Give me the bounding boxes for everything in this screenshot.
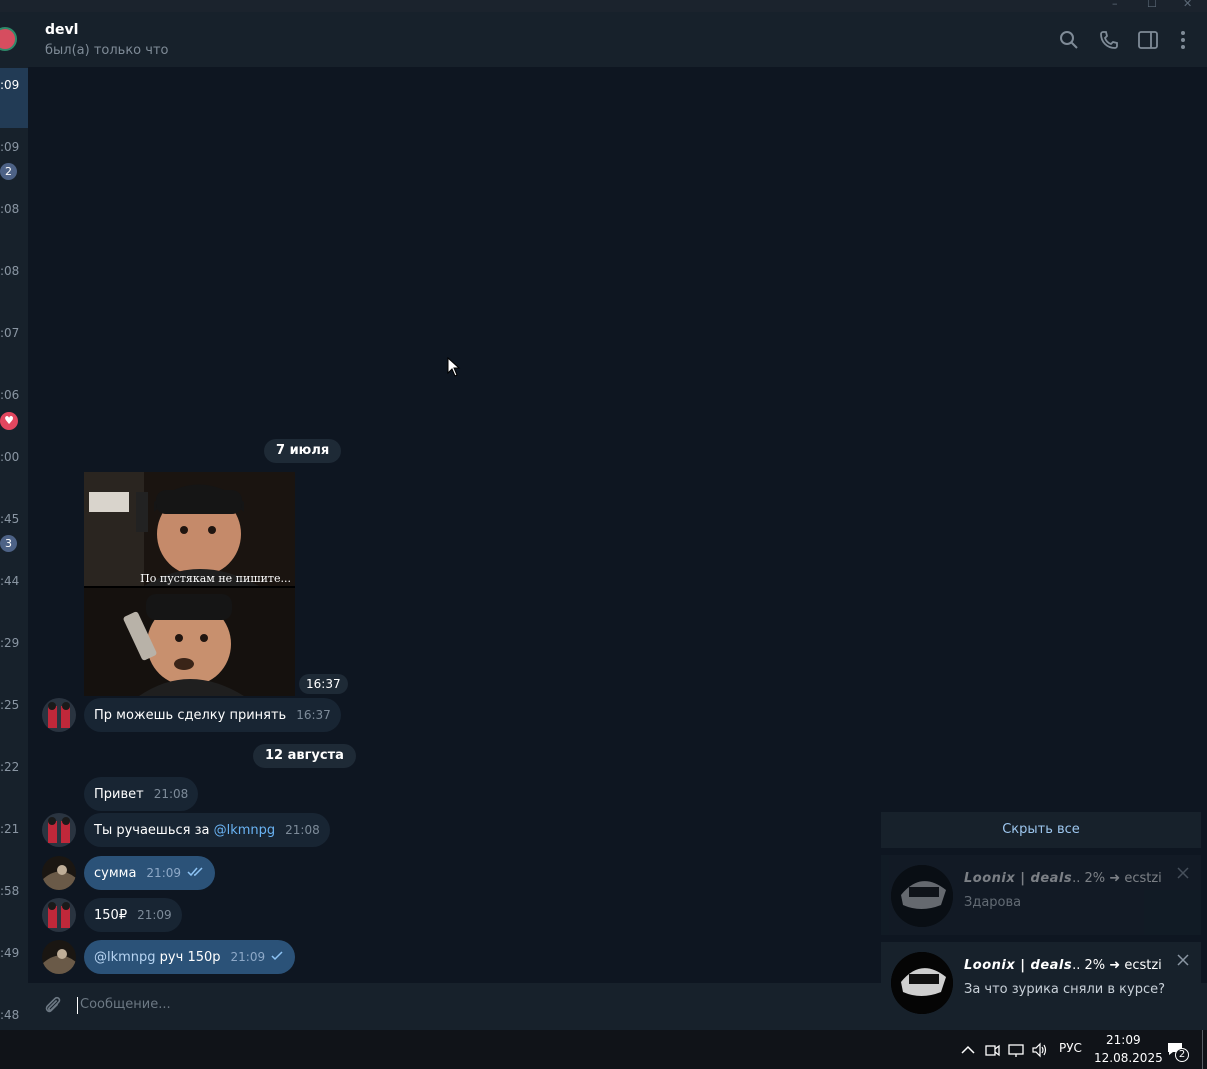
phone-icon[interactable]: [1097, 28, 1121, 52]
show-desktop-button[interactable]: [1202, 1030, 1203, 1069]
sender-avatar[interactable]: [42, 898, 76, 932]
search-icon[interactable]: [1057, 28, 1081, 52]
more-icon[interactable]: [1171, 28, 1195, 52]
sender-avatar[interactable]: [42, 813, 76, 847]
chat-list-time[interactable]: :45: [0, 512, 22, 526]
chevron-up-icon[interactable]: [959, 1041, 977, 1059]
notification-text: Здарова: [964, 895, 1022, 910]
chat-list-time[interactable]: :29: [0, 636, 22, 650]
heart-icon: ♥: [0, 412, 18, 430]
date-separator: 12 августа: [253, 744, 356, 768]
chat-list-time[interactable]: :22: [0, 760, 22, 774]
message-text: Привет: [94, 787, 144, 802]
chat-list-time[interactable]: :08: [0, 202, 22, 216]
meet-now-icon[interactable]: [983, 1041, 1001, 1059]
notification-avatar: [891, 865, 953, 927]
image-caption: По пустякам не пишите...: [140, 572, 291, 585]
maximize-button[interactable]: ☐: [1147, 0, 1157, 10]
message-text: руч 150р: [155, 950, 221, 965]
notification-avatar: [891, 952, 953, 1014]
notification-count-badge: 2: [1175, 1048, 1189, 1062]
user-mention[interactable]: @lkmnpg: [94, 950, 156, 965]
image-message[interactable]: По пустякам не пишите... 16:37: [84, 472, 348, 696]
chat-list-time[interactable]: :00: [0, 450, 22, 464]
double-check-icon: [187, 867, 203, 877]
windows-taskbar: РУС 21:09 12.08.2025 2: [0, 1030, 1207, 1069]
chat-list-time[interactable]: :58: [0, 884, 22, 898]
network-icon[interactable]: [1007, 1041, 1025, 1059]
close-button[interactable]: ✕: [1183, 0, 1192, 10]
incoming-message[interactable]: Пр можешь сделку принять 16:37: [84, 698, 341, 732]
message-time: 16:37: [299, 674, 348, 694]
message-text: 150₽: [94, 908, 128, 923]
notification-card[interactable]: Loonix | deals.. 2% ➜ ecstzi За что зури…: [881, 942, 1201, 1022]
incoming-message[interactable]: Привет 21:08: [84, 777, 199, 811]
message-text: Пр можешь сделку принять: [94, 708, 287, 723]
language-indicator[interactable]: РУС: [1059, 1041, 1082, 1055]
message-time: 21:08: [285, 823, 320, 837]
message-time: 21:08: [153, 787, 189, 801]
notification-text: За что зурика сняли в курсе?: [964, 982, 1166, 997]
volume-icon[interactable]: [1031, 1041, 1049, 1059]
incoming-message[interactable]: Ты ручаешься за @lkmnpg 21:08: [84, 813, 330, 847]
own-avatar[interactable]: [42, 940, 76, 974]
chat-list-time[interactable]: :44: [0, 574, 22, 588]
chat-list-time[interactable]: :06: [0, 388, 22, 402]
own-avatar[interactable]: [42, 856, 76, 890]
user-mention[interactable]: @lkmnpg: [214, 823, 276, 838]
attach-icon[interactable]: [42, 995, 64, 1017]
chat-list-time[interactable]: :49: [0, 946, 22, 960]
notification-title: Loonix | deals.. 2% ➜ ecstzi: [964, 871, 1162, 886]
close-icon[interactable]: [1177, 867, 1189, 879]
chat-list-time[interactable]: :09: [0, 140, 22, 154]
outgoing-message[interactable]: @lkmnpg руч 150р 21:09: [84, 940, 296, 974]
message-time: 21:09: [137, 908, 172, 922]
sidebar-toggle-icon[interactable]: [1136, 28, 1160, 52]
message-time: 21:09: [230, 950, 266, 964]
mouse-cursor-icon: [447, 357, 461, 377]
date-separator: 7 июля: [264, 439, 342, 463]
notification-card[interactable]: Loonix | deals.. 2% ➜ ecstzi Здарова: [881, 855, 1201, 935]
chat-list-sidebar: :09 :09 2 :08 :08 :07 :06 ♥ :00 :45 3 :4…: [0, 12, 28, 1030]
incoming-message[interactable]: 150₽ 21:09: [84, 898, 182, 932]
check-icon: [271, 951, 283, 961]
chat-list-time[interactable]: :08: [0, 264, 22, 278]
chat-status: был(а) только что: [45, 43, 169, 58]
chat-list-time[interactable]: :07: [0, 326, 22, 340]
close-icon[interactable]: [1177, 954, 1189, 966]
clock-time[interactable]: 21:09: [1106, 1033, 1141, 1047]
chat-list-time[interactable]: :25: [0, 698, 22, 712]
notification-title: Loonix | deals.. 2% ➜ ecstzi: [964, 958, 1162, 973]
unread-badge: 2: [0, 163, 17, 180]
selected-chat-highlight: [0, 68, 28, 128]
window-titlebar: – ☐ ✕: [0, 0, 1207, 12]
message-text: сумма: [94, 866, 137, 881]
message-text: Ты ручаешься за: [94, 823, 214, 838]
unread-badge: 3: [0, 535, 17, 552]
text-caret: [77, 997, 78, 1014]
chat-list-time[interactable]: :09: [0, 78, 22, 92]
message-time: 21:09: [146, 866, 182, 880]
outgoing-message[interactable]: сумма 21:09: [84, 856, 216, 890]
chat-header[interactable]: devl был(а) только что: [28, 12, 1207, 67]
chat-avatar[interactable]: [0, 27, 17, 51]
hide-all-button[interactable]: Скрыть все: [881, 812, 1201, 848]
clock-date[interactable]: 12.08.2025: [1094, 1051, 1163, 1065]
minimize-button[interactable]: –: [1112, 0, 1118, 10]
message-input[interactable]: Сообщение...: [80, 997, 171, 1012]
message-time: 16:37: [296, 708, 331, 722]
chat-title[interactable]: devl: [45, 22, 78, 38]
chat-list-time[interactable]: :48: [0, 1008, 22, 1022]
sender-avatar[interactable]: [42, 698, 76, 732]
chat-list-time[interactable]: :21: [0, 822, 22, 836]
